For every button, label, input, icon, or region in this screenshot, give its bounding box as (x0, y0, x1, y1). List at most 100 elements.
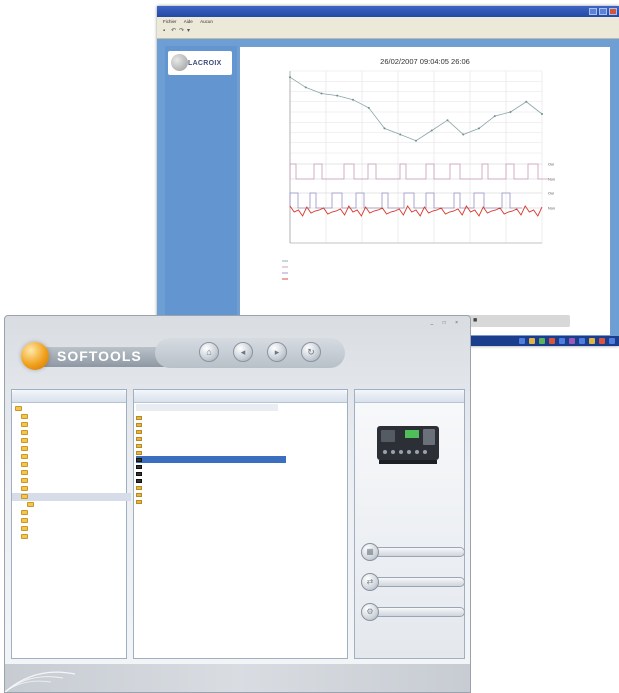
tree-item[interactable] (12, 421, 131, 429)
tree-item[interactable] (12, 501, 137, 509)
brand-name: SOFTOOLS (57, 348, 142, 364)
footer (5, 664, 470, 692)
folder-icon (21, 422, 28, 428)
tree-item[interactable] (12, 413, 131, 421)
taskbar-app-icon[interactable] (519, 338, 525, 344)
state-series-3 (289, 205, 543, 217)
taskbar-app-icon[interactable] (579, 338, 585, 344)
data-point (399, 133, 402, 136)
menu-item-aucun[interactable]: Aucun (200, 19, 213, 24)
refresh-icon[interactable]: ↻ (301, 342, 321, 362)
data-point (509, 111, 512, 113)
folder-icon (21, 478, 28, 484)
folder-icon (136, 443, 142, 448)
tree-item[interactable] (12, 445, 131, 453)
panel-title (355, 390, 464, 403)
state-label: Oui (548, 192, 554, 196)
undo-icon[interactable]: ↶ (171, 28, 177, 34)
save-icon[interactable]: ▪ (163, 28, 169, 34)
folder-icon (21, 454, 28, 460)
tree-item[interactable] (12, 477, 131, 485)
taskbar-app-icon[interactable] (609, 338, 615, 344)
configuration-button[interactable]: ⚙ (361, 603, 465, 621)
tree-item[interactable] (12, 405, 125, 413)
data-point (415, 139, 417, 142)
redo-icon[interactable]: ↷ (179, 28, 185, 34)
tree-item[interactable] (12, 509, 131, 517)
folder-icon (136, 450, 142, 455)
taskbar-app-icon[interactable] (589, 338, 595, 344)
tree-item[interactable] (12, 493, 131, 501)
data-point (430, 129, 433, 132)
data-point (446, 119, 449, 122)
tree-item[interactable] (12, 429, 131, 437)
button-label (373, 607, 465, 617)
rtu-list-item[interactable] (136, 484, 286, 491)
rtu-list-item[interactable] (136, 477, 286, 484)
folder-icon (136, 499, 142, 504)
data-point (367, 106, 370, 109)
window-controls[interactable]: _ □ × (431, 320, 463, 326)
rtu-list-item[interactable] (136, 463, 286, 470)
rtu-list-item[interactable] (136, 449, 286, 456)
tree-item[interactable] (12, 453, 131, 461)
data-point (336, 94, 339, 97)
rtu-list-item[interactable] (136, 442, 286, 449)
taskbar-app-icon[interactable] (529, 338, 535, 344)
column-header-label[interactable] (136, 404, 278, 411)
folder-icon (21, 414, 28, 420)
tree-item[interactable] (12, 485, 131, 493)
rtu-list-item[interactable] (136, 470, 286, 477)
rtu-list-item[interactable] (136, 428, 286, 435)
taskbar-app-icon[interactable] (559, 338, 565, 344)
menu-bar: Fichier Aide Aucun (157, 17, 619, 26)
data-point (525, 100, 528, 103)
taskbar-app-icon[interactable] (539, 338, 545, 344)
tree-item[interactable] (12, 517, 131, 525)
navigation-bar: ⌂ ◂ ▸ ↻ (155, 338, 345, 368)
taskbar-app-icon[interactable] (599, 338, 605, 344)
folder-icon (136, 492, 142, 497)
rtu-list-item[interactable] (136, 414, 286, 421)
rtu-device-image (377, 426, 439, 464)
folder-icon (21, 486, 28, 492)
folder-icon (21, 446, 28, 452)
properties-button[interactable]: ▦ (361, 543, 465, 561)
button-label (373, 547, 465, 557)
tree-item[interactable] (12, 469, 131, 477)
rtu-list-item[interactable] (136, 456, 286, 463)
minimize-button[interactable] (589, 8, 597, 15)
rtu-list-item[interactable] (136, 498, 286, 505)
series-line (289, 76, 543, 142)
menu-item-aide[interactable]: Aide (184, 19, 193, 24)
folder-icon (21, 430, 28, 436)
toolbar: ▪ ↶ ↷ ▾ (157, 26, 619, 39)
folder-icon (136, 436, 142, 441)
data-point (320, 92, 323, 95)
folder-icon (21, 470, 28, 476)
rtu-device-icon (136, 471, 142, 476)
tree-item[interactable] (12, 525, 131, 533)
rtu-list-item[interactable] (136, 435, 286, 442)
communication-button[interactable]: ⇄ (361, 573, 465, 591)
print-icon[interactable]: ▾ (187, 28, 193, 34)
arrow-left-icon[interactable]: ◂ (233, 342, 253, 362)
taskbar-app-icon[interactable] (549, 338, 555, 344)
data-point (304, 86, 307, 89)
maximize-button[interactable] (599, 8, 607, 15)
home-icon[interactable]: ⌂ (199, 342, 219, 362)
data-point (541, 113, 543, 116)
arrow-right-icon[interactable]: ▸ (267, 342, 287, 362)
rtu-list-item[interactable] (136, 491, 286, 498)
tree-item[interactable] (12, 437, 131, 445)
panel-title (12, 390, 126, 403)
folder-icon (21, 526, 28, 532)
state-label: Oui (548, 163, 554, 167)
tree-item[interactable] (12, 461, 131, 469)
close-button[interactable] (609, 8, 617, 15)
rtu-device-icon (136, 464, 142, 469)
menu-item-fichier[interactable]: Fichier (163, 19, 177, 24)
taskbar-app-icon[interactable] (569, 338, 575, 344)
tree-item[interactable] (12, 533, 131, 541)
rtu-list-item[interactable] (136, 421, 286, 428)
